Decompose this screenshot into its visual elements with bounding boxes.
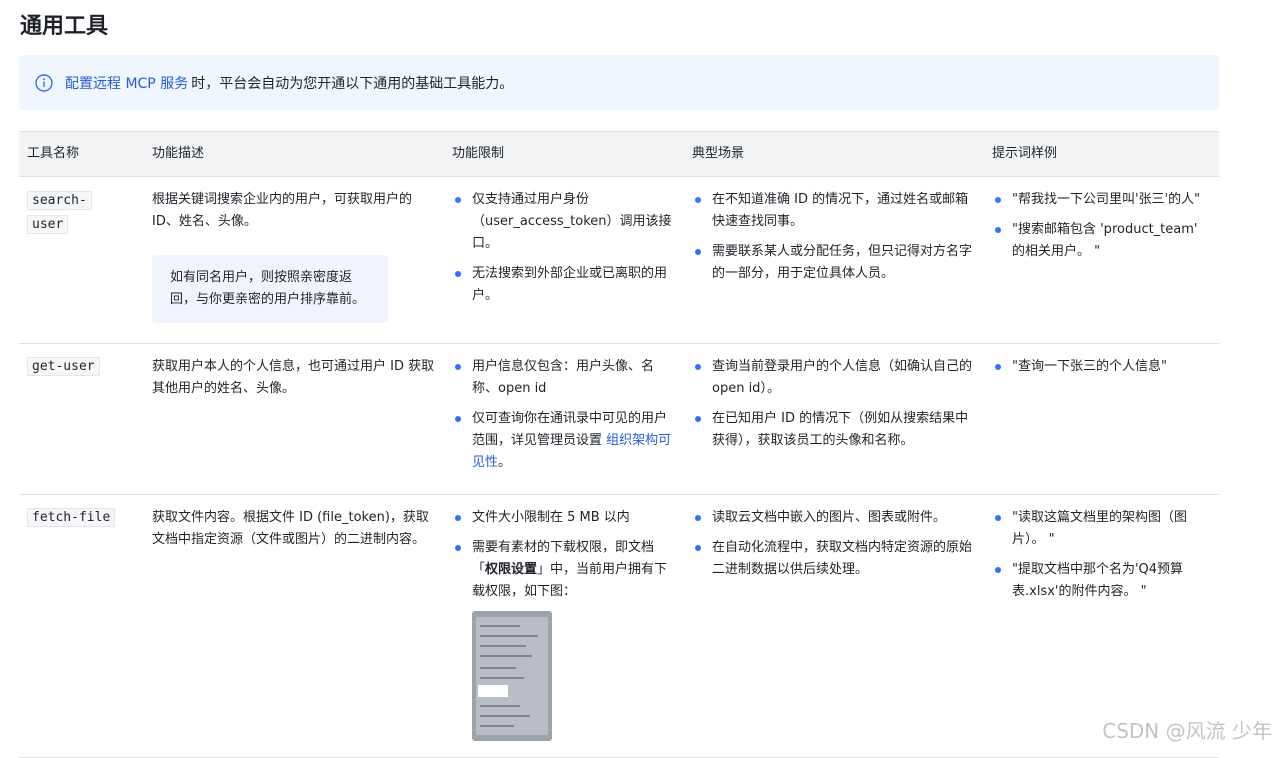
- tool-name-code: user: [27, 215, 69, 234]
- list-item: 文件大小限制在 5 MB 以内: [452, 507, 676, 529]
- desc-text: 获取用户本人的个人信息，也可通过用户 ID 获取其他用户的姓名、头像。: [152, 359, 435, 396]
- list-item: "搜索邮箱包含 'product_team' 的相关用户。 ": [992, 219, 1211, 263]
- table-row: fetch-file 获取文件内容。根据文件 ID (file_token)，获…: [19, 494, 1219, 758]
- desc-cell: 根据关键词搜索企业内的用户，可获取用户的 ID、姓名、头像。 如有同名用户，则按…: [144, 176, 444, 344]
- scenarios-cell: 查询当前登录用户的个人信息（如确认自己的 open id）。 在已知用户 ID …: [684, 343, 984, 495]
- permission-screenshot-image[interactable]: [472, 611, 552, 741]
- list-item: "查询一下张三的个人信息": [992, 356, 1211, 378]
- desc-cell: 获取用户本人的个人信息，也可通过用户 ID 获取其他用户的姓名、头像。: [144, 343, 444, 495]
- page-title: 通用工具: [20, 14, 109, 39]
- limits-cell: 用户信息仅包含：用户头像、名称、open id 仅可查询你在通讯录中可见的用户范…: [444, 343, 684, 495]
- list-item: 仅支持通过用户身份（user_access_token）调用该接口。: [452, 189, 676, 255]
- list-item: 无法搜索到外部企业或已离职的用户。: [452, 263, 676, 307]
- list-item: 需要联系某人或分配任务，但只记得对方名字的一部分，用于定位具体人员。: [692, 241, 976, 285]
- prompts-cell: "查询一下张三的个人信息": [984, 343, 1219, 495]
- tools-table: 工具名称 功能描述 功能限制 典型场景 提示词样例 search- user 根…: [19, 131, 1219, 758]
- watermark: CSDN @风流 少年: [1102, 719, 1272, 743]
- notice-text: 时，平台会自动为您开通以下通用的基础工具能力。: [191, 75, 514, 92]
- desc-text: 获取文件内容。根据文件 ID (file_token)，获取文档中指定资源（文件…: [152, 510, 429, 547]
- table-row: search- user 根据关键词搜索企业内的用户，可获取用户的 ID、姓名、…: [19, 176, 1219, 344]
- list-item: 用户信息仅包含：用户头像、名称、open id: [452, 356, 676, 400]
- scenarios-cell: 在不知道准确 ID 的情况下，通过姓名或邮箱快速查找同事。 需要联系某人或分配任…: [684, 176, 984, 344]
- column-header-prompts: 提示词样例: [984, 131, 1219, 177]
- table-header-row: 工具名称 功能描述 功能限制 典型场景 提示词样例: [19, 131, 1219, 177]
- list-item: 查询当前登录用户的个人信息（如确认自己的 open id）。: [692, 356, 976, 400]
- list-item: "提取文档中那个名为'Q4预算表.xlsx'的附件内容。 ": [992, 559, 1211, 603]
- column-header-scenarios: 典型场景: [684, 131, 984, 177]
- column-header-desc: 功能描述: [144, 131, 444, 177]
- tool-name-cell: fetch-file: [19, 494, 144, 758]
- limits-cell: 仅支持通过用户身份（user_access_token）调用该接口。 无法搜索到…: [444, 176, 684, 344]
- desc-cell: 获取文件内容。根据文件 ID (file_token)，获取文档中指定资源（文件…: [144, 494, 444, 758]
- tool-name-code: fetch-file: [27, 508, 116, 527]
- list-item: 在自动化流程中，获取文档内特定资源的原始二进制数据以供后续处理。: [692, 537, 976, 581]
- desc-text: 根据关键词搜索企业内的用户，可获取用户的 ID、姓名、头像。: [152, 192, 413, 229]
- info-icon: [35, 73, 53, 92]
- scenarios-cell: 读取云文档中嵌入的图片、图表或附件。 在自动化流程中，获取文档内特定资源的原始二…: [684, 494, 984, 758]
- permission-settings-label: 权限设置: [485, 562, 538, 577]
- column-header-limits: 功能限制: [444, 131, 684, 177]
- prompts-cell: "帮我找一下公司里叫'张三'的人" "搜索邮箱包含 'product_team'…: [984, 176, 1219, 344]
- limit-text-end: 。: [498, 455, 512, 470]
- tip-box: 如有同名用户，则按照亲密度返回，与你更亲密的用户排序靠前。: [152, 255, 388, 323]
- list-item: 仅可查询你在通讯录中可见的用户范围，详见管理员设置 组织架构可见性。: [452, 408, 676, 474]
- tool-name-cell: get-user: [19, 343, 144, 495]
- list-item: "读取这篇文档里的架构图（图片）。 ": [992, 507, 1211, 551]
- mcp-config-link[interactable]: 配置远程 MCP 服务: [65, 73, 188, 93]
- info-notice: 配置远程 MCP 服务 时，平台会自动为您开通以下通用的基础工具能力。: [19, 55, 1219, 110]
- list-item: "帮我找一下公司里叫'张三'的人": [992, 189, 1211, 211]
- tool-name-cell: search- user: [19, 176, 144, 344]
- list-item: 在已知用户 ID 的情况下（例如从搜索结果中获得），获取该员工的头像和名称。: [692, 408, 976, 452]
- list-item: 读取云文档中嵌入的图片、图表或附件。: [692, 507, 976, 529]
- limits-cell: 文件大小限制在 5 MB 以内 需要有素材的下载权限，即文档「权限设置」中，当前…: [444, 494, 684, 758]
- tool-name-code: get-user: [27, 357, 100, 376]
- column-header-tool: 工具名称: [19, 131, 144, 177]
- table-row: get-user 获取用户本人的个人信息，也可通过用户 ID 获取其他用户的姓名…: [19, 343, 1219, 495]
- tool-name-code: search-: [27, 191, 92, 210]
- list-item: 需要有素材的下载权限，即文档「权限设置」中，当前用户拥有下载权限，如下图：: [452, 537, 676, 603]
- list-item: 在不知道准确 ID 的情况下，通过姓名或邮箱快速查找同事。: [692, 189, 976, 233]
